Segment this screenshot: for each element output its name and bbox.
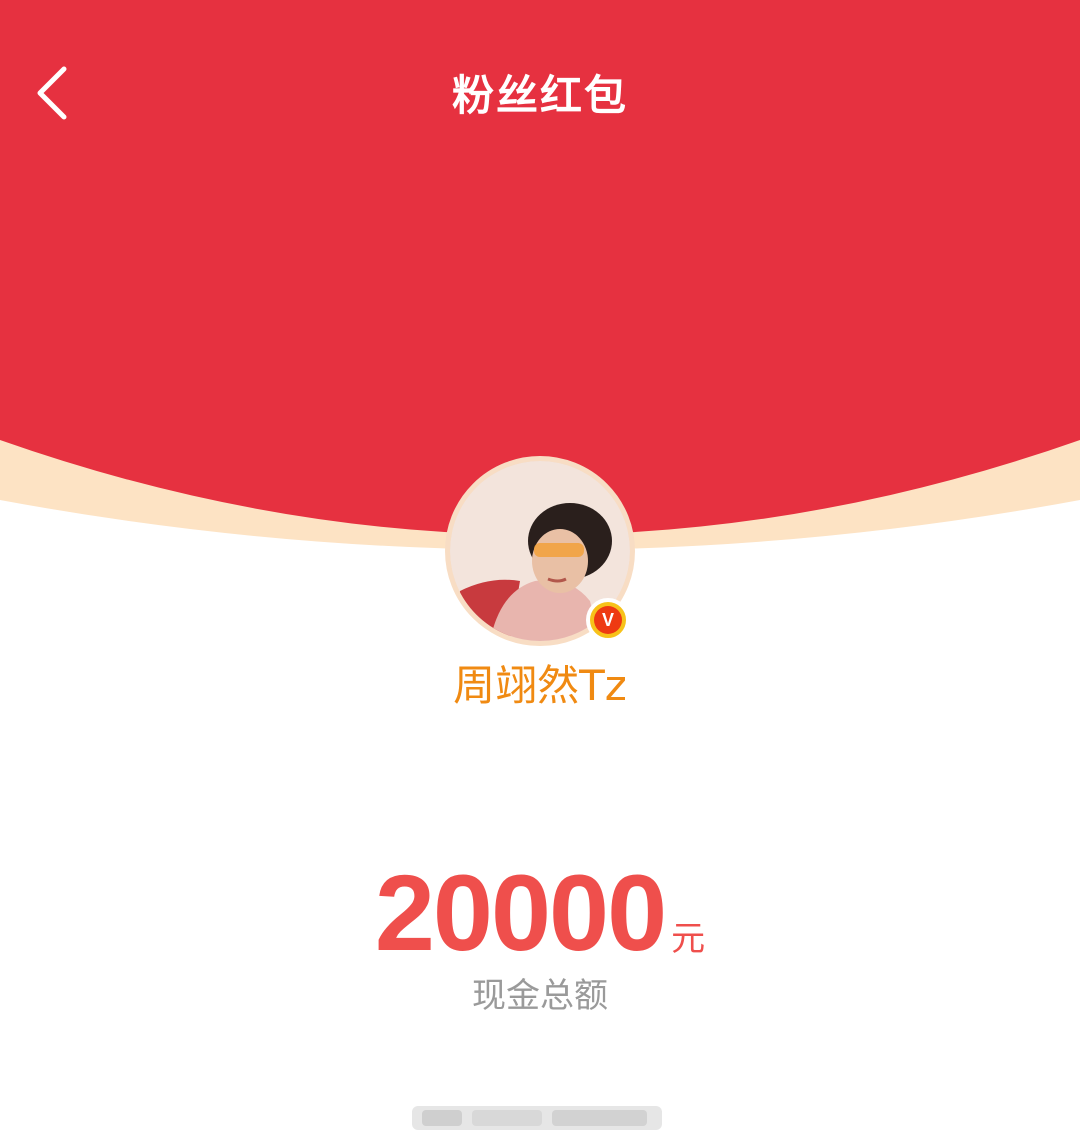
amount-value: 20000 bbox=[374, 852, 667, 973]
amount-label: 现金总额 bbox=[472, 976, 608, 1016]
blurred-watermark bbox=[412, 1106, 662, 1130]
verified-v-icon: V bbox=[594, 606, 622, 634]
username[interactable]: 周翊然Tz bbox=[0, 652, 1080, 713]
page-title: 粉丝红包 bbox=[451, 71, 628, 120]
verified-badge: V bbox=[586, 598, 630, 642]
amount-unit: 元 bbox=[671, 919, 706, 959]
amount-display: 20000 元 bbox=[0, 850, 1080, 975]
